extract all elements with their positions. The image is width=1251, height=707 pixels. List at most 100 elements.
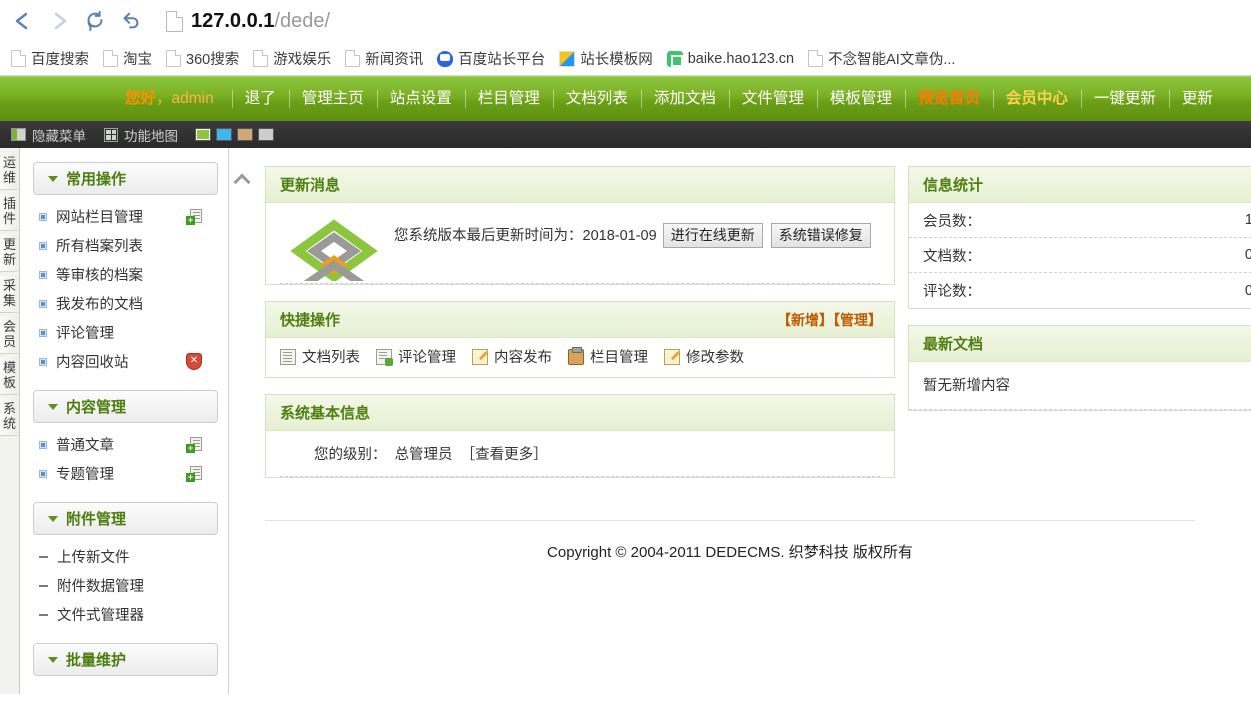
update-text-prefix: 您系统版本最后更新时间为： <box>394 228 583 244</box>
square-bullet-icon <box>39 357 47 366</box>
caret-down-icon <box>48 656 58 663</box>
collapse-chevron-up-icon[interactable] <box>234 170 252 188</box>
reload-arrow-icon[interactable] <box>78 4 112 38</box>
topnav-item[interactable]: 退了 <box>231 89 289 109</box>
menu-group-header[interactable]: 内容管理 <box>33 390 218 423</box>
menu-item-label: 文件式管理器 <box>57 608 144 624</box>
menu-item[interactable]: 专题管理 + <box>33 459 218 488</box>
menu-item[interactable]: 网站栏目管理 + <box>33 202 218 231</box>
topnav-item[interactable]: 预览首页 <box>904 89 993 109</box>
vertical-tab[interactable]: 更新 <box>0 234 18 272</box>
topnav-item[interactable]: 会员中心 <box>992 89 1081 109</box>
vertical-tab[interactable]: 会员 <box>0 316 18 354</box>
menu-item[interactable]: 文件式管理器 <box>33 600 218 629</box>
baidu-favicon-icon <box>437 50 454 67</box>
forward-arrow-icon[interactable] <box>42 4 76 38</box>
function-map-button[interactable]: 功能地图 <box>95 125 187 145</box>
main-right-column: 信息统计 会员数： 1 文档数： 0 评论数： 0 最新文档 暂无新增内容 <box>908 166 1251 427</box>
address-bar[interactable]: 127.0.0.1/dede/ <box>158 5 1245 37</box>
view-more-link[interactable]: ［查看更多］ <box>461 447 548 463</box>
menu-group-header[interactable]: 常用操作 <box>33 162 218 195</box>
vertical-tab[interactable]: 模板 <box>0 357 18 395</box>
menu-item-label: 我发布的文档 <box>56 297 143 313</box>
menu-item-label: 内容回收站 <box>56 355 129 371</box>
theme-tan-swatch[interactable] <box>237 128 253 141</box>
menu-item-label: 网站栏目管理 <box>56 210 143 226</box>
theme-gray-swatch[interactable] <box>258 128 274 141</box>
bookmark-item[interactable]: 游戏娱乐 <box>246 46 338 71</box>
bookmark-item[interactable]: 新闻资讯 <box>338 46 430 71</box>
menu-item-label: 等审核的档案 <box>56 268 143 284</box>
quick-op-item[interactable]: 文档列表 <box>280 346 360 367</box>
bookmark-item[interactable]: 站长模板网 <box>552 46 660 71</box>
menu-item[interactable]: 评论管理 <box>33 318 218 347</box>
menu-item[interactable]: 我发布的文档 <box>33 289 218 318</box>
online-update-button[interactable]: 进行在线更新 <box>662 223 763 248</box>
recycle-shield-icon[interactable] <box>186 353 202 370</box>
vertical-tab[interactable]: 系统 <box>0 398 18 436</box>
topnav-item[interactable]: 更新 <box>1168 89 1226 109</box>
topnav-item[interactable]: 一键更新 <box>1080 89 1169 109</box>
topnav-item[interactable]: 管理主页 <box>288 89 377 109</box>
menu-item-label: 上传新文件 <box>57 550 130 566</box>
back-arrow-icon[interactable] <box>6 4 40 38</box>
topnav-item[interactable]: 栏目管理 <box>464 89 553 109</box>
add-page-icon[interactable]: + <box>186 208 202 225</box>
bookmark-item[interactable]: 百度站长平台 <box>430 46 552 71</box>
undo-arrow-icon[interactable] <box>114 4 148 38</box>
greeting-text: 您好 <box>125 90 157 107</box>
system-error-fix-button[interactable]: 系统错误修复 <box>770 223 871 248</box>
topnav-item[interactable]: 添加文档 <box>640 89 729 109</box>
menu-group-header[interactable]: 批量维护 <box>33 643 218 676</box>
greeting-user: ，admin <box>156 90 214 107</box>
doc-icon <box>280 348 296 365</box>
user-level-label: 您的级别： <box>314 447 387 463</box>
quick-op-item[interactable]: 内容发布 <box>472 346 552 367</box>
main-content-area: 更新消息 您系统版本最后更新时间为：2018-01-09 进行在线更新 系统错误… <box>254 148 1251 707</box>
theme-green-swatch[interactable] <box>195 128 211 141</box>
theme-blue-swatch[interactable] <box>216 128 232 141</box>
topnav-item[interactable]: 文档列表 <box>552 89 641 109</box>
quick-op-item[interactable]: 评论管理 <box>376 346 456 367</box>
stat-row: 会员数： 1 <box>909 203 1251 238</box>
quick-op-item[interactable]: 修改参数 <box>664 346 744 367</box>
menu-item[interactable]: 等审核的档案 <box>33 260 218 289</box>
quick-op-item[interactable]: 栏目管理 <box>568 346 648 367</box>
square-bullet-icon <box>39 241 47 250</box>
bookmark-item[interactable]: 淘宝 <box>96 46 159 71</box>
vertical-tab[interactable]: 采集 <box>0 275 18 313</box>
dash-bullet-icon <box>39 613 48 616</box>
hide-menu-button[interactable]: 隐藏菜单 <box>2 125 95 145</box>
bookmark-item[interactable]: 百度搜索 <box>4 46 96 71</box>
topnav-item[interactable]: 站点设置 <box>376 89 465 109</box>
stats-title: 信息统计 <box>923 177 984 194</box>
menu-item-label: 评论管理 <box>56 326 114 342</box>
quick-ops-actions[interactable]: 【新增】【管理】 <box>777 310 882 330</box>
bookmark-item[interactable]: 不念智能AI文章伪... <box>801 46 962 71</box>
menu-group-header[interactable]: 附件管理 <box>33 502 218 535</box>
menu-item[interactable]: 普通文章 + <box>33 430 218 459</box>
add-page-icon[interactable]: + <box>186 465 202 482</box>
menu-item[interactable]: 附件数据管理 <box>33 571 218 600</box>
vertical-tab[interactable]: 插件 <box>0 193 18 231</box>
menu-item-label: 附件数据管理 <box>57 579 144 595</box>
vertical-tab[interactable]: 运维 <box>0 152 18 190</box>
caret-down-icon <box>48 515 58 522</box>
topnav-item[interactable]: 文件管理 <box>728 89 817 109</box>
menu-item-label: 所有档案列表 <box>56 239 143 255</box>
menu-item[interactable]: 内容回收站 <box>33 347 218 376</box>
bookmark-item[interactable]: baike.hao123.cn <box>660 49 801 69</box>
pencil-icon <box>472 348 488 365</box>
page-favicon-icon <box>11 50 26 67</box>
page-favicon-icon <box>103 50 118 67</box>
menu-item[interactable]: 上传新文件 <box>33 542 218 571</box>
menu-item[interactable]: 所有档案列表 <box>33 231 218 260</box>
dash-bullet-icon <box>39 555 48 558</box>
dede-sub-bar: 隐藏菜单 功能地图 <box>0 121 1251 148</box>
bookmark-label: 游戏娱乐 <box>273 52 332 68</box>
add-page-icon[interactable]: + <box>186 436 202 453</box>
stats-header: 信息统计 <box>909 167 1251 203</box>
bookmark-item[interactable]: 360搜索 <box>159 46 246 71</box>
stats-rows: 会员数： 1 文档数： 0 评论数： 0 <box>909 203 1251 308</box>
topnav-item[interactable]: 模板管理 <box>816 89 905 109</box>
